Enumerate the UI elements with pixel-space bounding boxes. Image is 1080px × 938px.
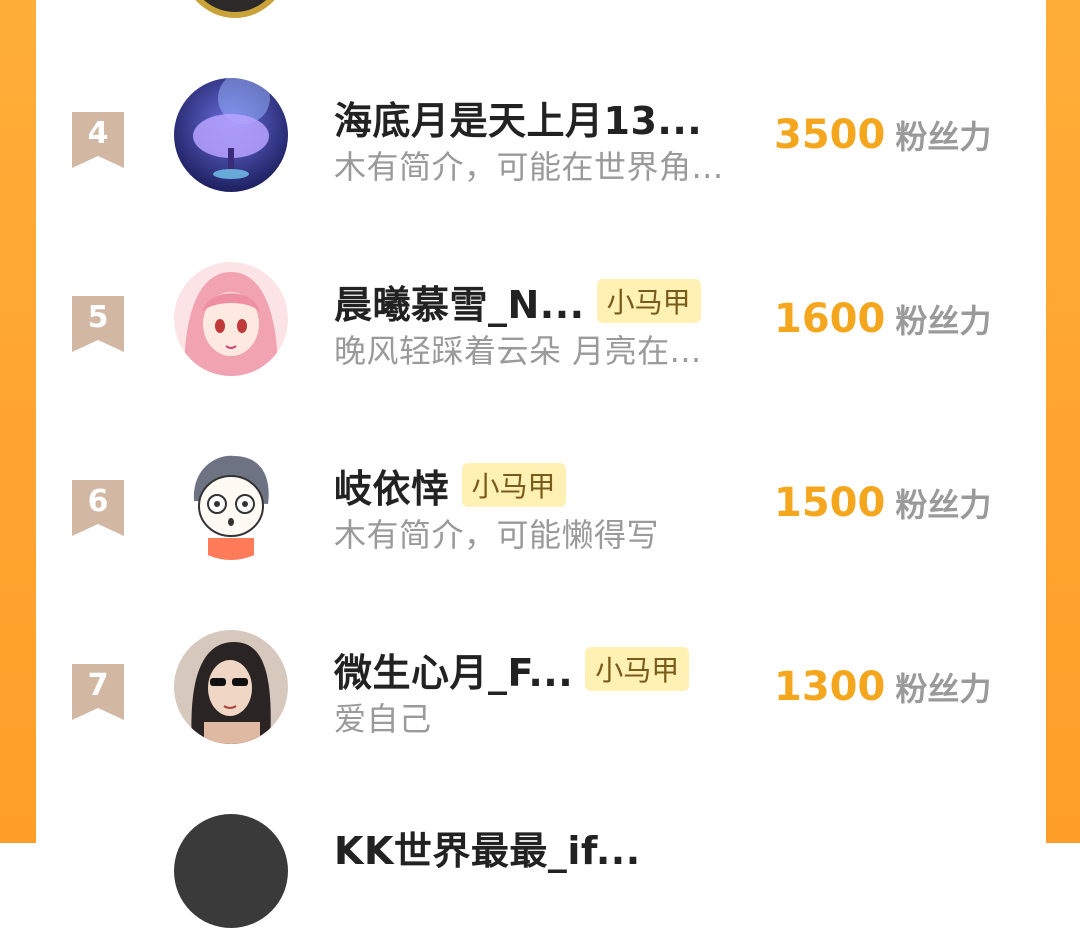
rank-number: 6	[87, 484, 109, 519]
user-name[interactable]: KK世界最最_if...	[334, 820, 641, 875]
ranking-row[interactable]: 7 微生心月_F... 小马甲 爱自己 1300 粉丝力	[0, 624, 1010, 754]
ranking-row[interactable]: KK世界最最_if...	[0, 808, 1010, 938]
rank-number: 4	[87, 116, 109, 151]
rank-badge: 7	[72, 664, 124, 720]
cartoon-boy-avatar[interactable]	[174, 446, 288, 560]
fans-value: 1500	[774, 480, 886, 526]
alt-account-tag: 小马甲	[585, 647, 690, 691]
user-name[interactable]: 岐依悻	[334, 458, 450, 513]
right-orange-border	[1046, 0, 1080, 843]
fans-score: 1300 粉丝力	[774, 664, 991, 714]
galaxy-tree-avatar[interactable]	[174, 78, 288, 192]
user-name[interactable]: 晨曦慕雪_N...	[334, 274, 585, 329]
fans-value: 1300	[774, 664, 886, 710]
user-name-line: KK世界最最_if...	[334, 820, 641, 875]
fans-score: 3500 粉丝力	[774, 112, 991, 162]
fans-value: 1600	[774, 296, 886, 342]
rank-badge: 5	[72, 296, 124, 352]
fans-score: 1600 粉丝力	[774, 296, 991, 346]
pink-hair-girl-avatar[interactable]	[174, 262, 288, 376]
user-name-line: 晨曦慕雪_N... 小马甲	[334, 274, 701, 329]
user-bio: 晚风轻踩着云朵 月亮在...	[334, 332, 702, 370]
user-name[interactable]: 海底月是天上月13...	[334, 90, 702, 145]
rank-number: 5	[87, 300, 109, 335]
user-bio: 木有简介，可能在世界角...	[334, 148, 724, 186]
fans-value: 3500	[774, 112, 886, 158]
user-name-line: 岐依悻 小马甲	[334, 458, 566, 513]
user-name-line: 微生心月_F... 小马甲	[334, 642, 690, 697]
alt-account-tag: 小马甲	[596, 279, 701, 323]
ranking-row[interactable]: 5 晨曦慕雪_N... 小马甲 晚风轻踩着云朵 月亮在... 1600 粉丝力	[0, 256, 1010, 386]
dark-avatar[interactable]	[174, 814, 288, 928]
fans-unit: 粉丝力	[895, 118, 992, 156]
fans-score: 1500 粉丝力	[774, 480, 991, 530]
rank-number: 7	[87, 668, 109, 703]
user-name-line: 海底月是天上月13...	[334, 90, 702, 145]
ranking-row[interactable]: 4 海底月是天上月13... 木有简介，可能在世界角... 3500 粉丝力	[0, 72, 1010, 202]
user-bio: 爱自己	[334, 700, 432, 738]
alt-account-tag: 小马甲	[461, 463, 566, 507]
fans-unit: 粉丝力	[895, 486, 992, 524]
fans-unit: 粉丝力	[895, 302, 992, 340]
user-bio: 木有简介，可能懒得写	[334, 516, 660, 554]
rank-badge: 6	[72, 480, 124, 536]
user-name[interactable]: 微生心月_F...	[334, 642, 573, 697]
ranking-row[interactable]: 6 岐依悻 小马甲 木有简介，可能懒得写 1500 粉丝力	[0, 440, 1010, 570]
fans-unit: 粉丝力	[895, 670, 992, 708]
rank-badge: 4	[72, 112, 124, 168]
sunglasses-woman-avatar[interactable]	[174, 630, 288, 744]
